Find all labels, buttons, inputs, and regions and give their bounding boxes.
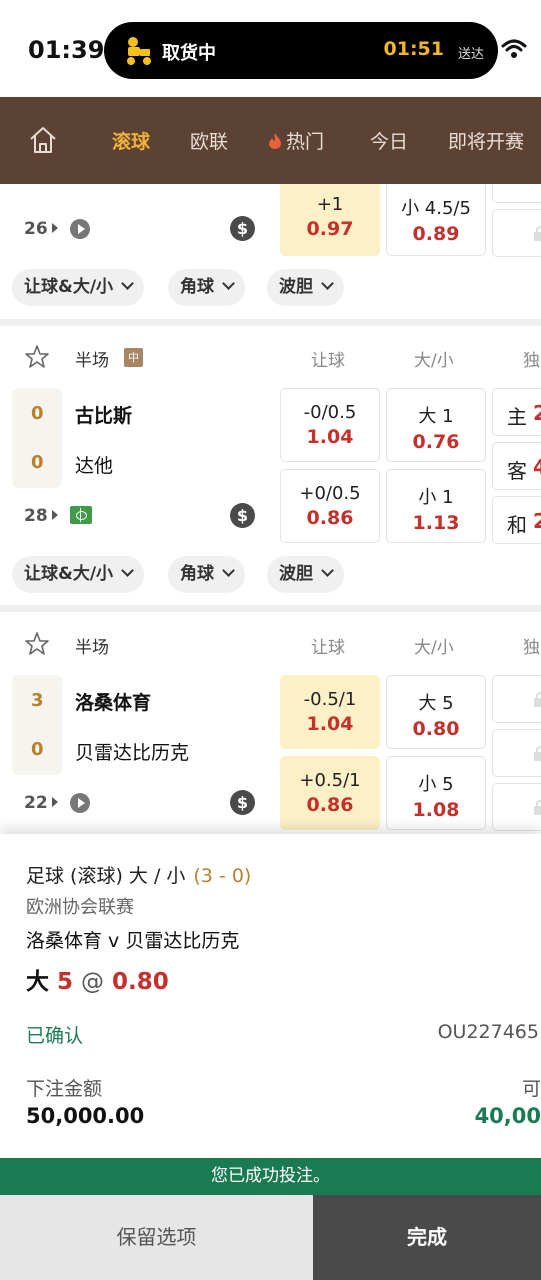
locked-odds [492,783,541,831]
away-team[interactable]: 贝雷达比历克 [75,738,189,765]
period-label: 半场 [75,638,109,658]
home-team[interactable]: 古比斯 [75,401,132,428]
done-button[interactable]: 完成 [313,1195,541,1280]
lock-icon [534,692,541,707]
lock-icon [534,226,541,241]
locked-odds [492,675,541,723]
clock: 01:39 [28,36,105,64]
odds-button[interactable]: 小 5 1.08 [386,756,486,830]
away-score: 0 [31,739,44,760]
locked-odds [492,184,541,203]
home-score: 0 [31,403,44,424]
stake-amount: 50,000.00 [26,1104,145,1128]
match-minute: 22 [24,793,58,813]
chip-correct-score[interactable]: 波胆 [267,556,344,593]
eta-suffix: 送达 [457,47,484,62]
header-1x2: 独 [523,638,540,658]
live-badge: 中 [124,348,143,367]
bet-selection: 大 5 @0.80 [26,969,169,995]
period-label: 半场 [75,351,109,371]
activity-label: 取货中 [162,43,216,64]
tab-hot-label: 热门 [286,131,325,153]
cashout-icon[interactable]: $ [230,790,255,815]
bet-league: 欧洲协会联赛 [26,897,134,918]
play-icon[interactable] [70,793,90,813]
chip-corners[interactable]: 角球 [168,556,245,593]
keep-selections-button[interactable]: 保留选项 [0,1195,313,1280]
odds-button[interactable]: 和2 [492,496,541,544]
tab-live[interactable]: 滚球 [112,127,150,154]
locked-odds [492,209,541,257]
match-minute: 26 [24,219,58,239]
delivery-scooter-icon [127,37,151,65]
home-team[interactable]: 洛桑体育 [75,688,151,715]
bet-market: 足球 (滚球) 大 / 小 (3 - 0) [26,865,252,887]
header-handicap: 让球 [311,351,345,371]
chip-corners[interactable]: 角球 [168,269,245,306]
top-nav: 滚球 欧联 热门 今日 即将开赛 [0,97,541,184]
bet-fixture: 洛桑体育 v 贝雷达比历克 [26,930,240,952]
odds-button[interactable]: +0.5/1 0.86 [280,756,380,830]
bet-confirmation-sheet: 足球 (滚球) 大 / 小 (3 - 0) 欧洲协会联赛 洛桑体育 v 贝雷达比历… [0,834,541,1158]
potential-win-amount: 40,00 [474,1104,541,1128]
tab-hot[interactable]: 热门 [268,127,324,154]
away-team[interactable]: 达他 [75,451,113,478]
lock-icon [534,800,541,815]
odds-button[interactable]: -0.5/1 1.04 [280,675,380,749]
eta-time: 01:51 [383,38,444,60]
home-score: 3 [31,690,44,711]
favorite-star-icon[interactable] [24,631,50,657]
tab-upcoming[interactable]: 即将开赛 [448,127,524,154]
bet-status: 已确认 [26,1025,84,1047]
divider [0,319,541,326]
odds-button[interactable]: -0/0.5 1.04 [280,388,380,462]
play-icon[interactable] [70,219,90,239]
fire-icon [269,133,281,149]
chip-handicap-total[interactable]: 让球&大/小 [12,556,145,593]
ticket-id: OU227465 [437,1021,539,1043]
bet-score: (3 - 0) [193,865,252,887]
odds-button-selected[interactable]: 大 5 0.80 [386,675,486,749]
stake-label: 下注金额 [26,1078,103,1100]
odds-button[interactable]: 客4 [492,442,541,490]
favorite-star-icon[interactable] [24,344,50,370]
odds-button[interactable]: 大 1 0.76 [386,388,486,462]
tab-europa[interactable]: 欧联 [190,127,228,154]
away-score: 0 [31,452,44,473]
status-bar: 01:39 取货中 01:51 送达 [0,0,541,97]
potential-win-label: 可 [521,1078,541,1100]
divider [0,605,541,612]
chip-correct-score[interactable]: 波胆 [267,269,344,306]
odds-button[interactable]: 小 4.5/5 0.89 [386,184,486,256]
success-banner: 您已成功投注。 [0,1158,541,1195]
chip-handicap-total[interactable]: 让球&大/小 [12,269,145,306]
odds-button[interactable]: +0/0.5 0.86 [280,469,380,543]
header-total: 大/小 [414,351,454,371]
home-icon[interactable] [28,125,58,155]
wifi-icon [501,39,527,58]
cashout-icon[interactable]: $ [230,503,255,528]
header-handicap: 让球 [311,638,345,658]
odds-button[interactable]: 主2 [492,388,541,436]
live-activity-pill[interactable]: 取货中 01:51 送达 [104,22,498,79]
header-total: 大/小 [414,638,454,658]
locked-odds [492,729,541,777]
tab-today[interactable]: 今日 [370,127,408,154]
odds-button[interactable]: +1 0.97 [280,184,380,256]
header-1x2: 独 [523,351,540,371]
match-minute: 28 [24,506,58,526]
match-list: 26 $ +1 0.97 小 4.5/5 0.89 让球&大/小 角球 波胆 半… [0,184,541,834]
odds-button[interactable]: 小 1 1.13 [386,469,486,543]
lock-icon [534,746,541,761]
pitch-tracker-icon[interactable] [70,506,92,524]
cashout-icon[interactable]: $ [230,216,255,241]
